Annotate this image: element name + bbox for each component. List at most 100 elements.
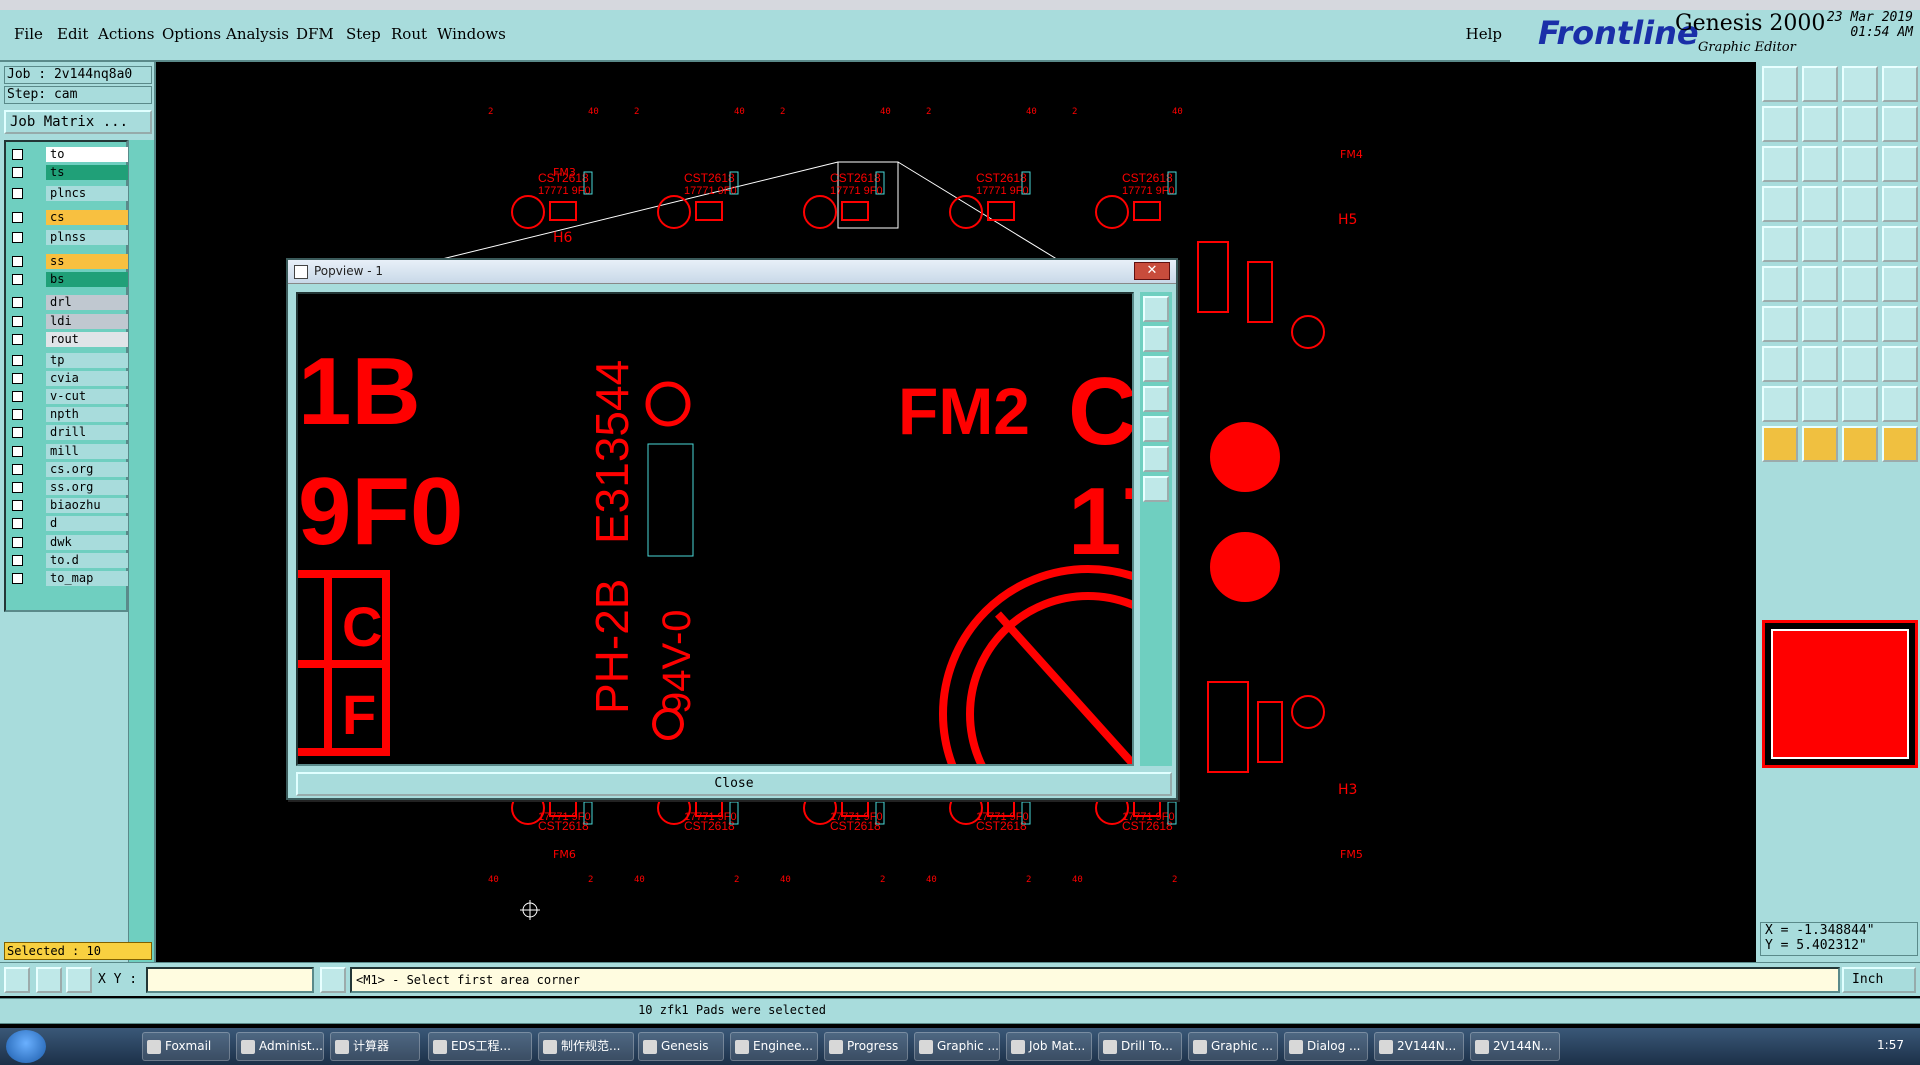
layer-checkbox[interactable] — [12, 500, 23, 512]
close-icon[interactable] — [1802, 266, 1838, 302]
layer-row-plncs[interactable]: plncs — [10, 186, 132, 202]
arc-icon[interactable] — [1842, 306, 1878, 342]
taskbar-item[interactable]: Drill To... — [1098, 1032, 1182, 1061]
unit-selector[interactable]: Inch — [1842, 967, 1916, 993]
arrow-tri-icon[interactable] — [1802, 386, 1838, 422]
layer-name[interactable]: biaozhu — [46, 498, 132, 514]
window-icon[interactable] — [1882, 66, 1918, 102]
line-icon[interactable] — [1762, 306, 1798, 342]
layers-icon[interactable] — [1842, 186, 1878, 222]
layer-checkbox[interactable] — [12, 391, 23, 402]
layer-checkbox[interactable] — [12, 554, 23, 566]
layer-row-cs[interactable]: cs — [10, 209, 132, 225]
close-icon[interactable]: ✕ — [1134, 262, 1170, 280]
layer-name[interactable]: npth — [46, 407, 132, 423]
popview-canvas[interactable]: 1B 9F0 FM2 CS 17 C F PH-2B E313544 94V-0 — [296, 292, 1134, 766]
layer-row-drl[interactable]: drl — [10, 295, 132, 311]
center-icon[interactable] — [1802, 146, 1838, 182]
menu-edit[interactable]: Edit — [57, 25, 88, 43]
matrix-icon[interactable] — [1882, 186, 1918, 222]
layer-row-rout[interactable]: rout — [10, 331, 132, 347]
layer-checkbox[interactable] — [12, 409, 23, 421]
layer-checkbox[interactable] — [12, 427, 23, 439]
layer-name[interactable]: d — [46, 516, 132, 532]
layer-row-to-map[interactable]: to_map — [10, 571, 132, 586]
pattern-icon[interactable] — [1882, 346, 1918, 382]
layer-row-npth[interactable]: npth — [10, 407, 132, 423]
select-box-icon[interactable] — [1802, 426, 1838, 462]
layer-name[interactable]: ss.org — [46, 480, 132, 495]
layer-row-v-cut[interactable]: v-cut — [10, 389, 132, 404]
fit-icon[interactable] — [1762, 146, 1798, 182]
taskbar-item[interactable]: 2V144N... — [1470, 1032, 1560, 1061]
layer-name[interactable]: tp — [46, 352, 132, 368]
layer-name[interactable]: bs — [46, 272, 132, 287]
layer-checkbox[interactable] — [12, 463, 23, 475]
path-icon[interactable] — [1882, 306, 1918, 342]
snap-icon[interactable] — [4, 967, 30, 993]
layer-scrollbar[interactable] — [128, 140, 154, 970]
layer-checkbox[interactable] — [12, 232, 23, 244]
a-tri-icon[interactable] — [1842, 386, 1878, 422]
menu-options[interactable]: Options — [162, 25, 221, 43]
layer-name[interactable]: cs — [46, 209, 132, 225]
help-icon[interactable] — [1882, 146, 1918, 182]
layer-name[interactable]: to_map — [46, 571, 132, 586]
layer-row-bs[interactable]: bs — [10, 272, 132, 287]
layer-name[interactable]: ts — [46, 165, 132, 181]
layer-name[interactable]: ss — [46, 253, 132, 269]
b-tri-icon[interactable] — [1882, 386, 1918, 422]
pop-pan-left-icon[interactable] — [1143, 386, 1169, 412]
layer-row-dwk[interactable]: dwk — [10, 534, 132, 550]
zoom-in-icon[interactable] — [1802, 66, 1838, 102]
layer-row-ldi[interactable]: ldi — [10, 313, 132, 329]
menu-step[interactable]: Step — [346, 25, 381, 43]
triangle-icon[interactable] — [1762, 386, 1798, 422]
layer-row-d[interactable]: d — [10, 516, 132, 532]
layer-row-biaozhu[interactable]: biaozhu — [10, 498, 132, 514]
record-icon[interactable] — [1762, 226, 1798, 262]
taskbar-item[interactable]: Enginee... — [730, 1032, 818, 1061]
menu-dfm[interactable]: DFM — [296, 25, 334, 43]
house-icon[interactable] — [1842, 66, 1878, 102]
layer-checkbox[interactable] — [12, 315, 23, 327]
taskbar-item[interactable]: Administ... — [236, 1032, 324, 1061]
layer-checkbox[interactable] — [12, 149, 23, 161]
flip-icon[interactable] — [1842, 106, 1878, 142]
popview-close-button[interactable]: Close — [296, 772, 1172, 796]
circle-icon[interactable] — [1882, 226, 1918, 262]
table-icon[interactable] — [1802, 186, 1838, 222]
layer-name[interactable]: to — [46, 147, 132, 163]
grid-icon[interactable] — [66, 967, 92, 993]
taskbar-item[interactable]: Graphic ... — [914, 1032, 1000, 1061]
draw-icon[interactable] — [1802, 306, 1838, 342]
select-icon[interactable] — [1762, 426, 1798, 462]
layer-checkbox[interactable] — [12, 188, 23, 200]
pop-zoom-fit-icon[interactable] — [1143, 446, 1169, 472]
pop-zoom-icon[interactable] — [1143, 296, 1169, 322]
layer-name[interactable]: cs.org — [46, 461, 132, 477]
pop-pan-down-icon[interactable] — [1143, 356, 1169, 382]
line-h-icon[interactable] — [1802, 346, 1838, 382]
settings-icon[interactable] — [1762, 186, 1798, 222]
layer-row-ss[interactable]: ss — [10, 253, 132, 269]
layer-row-plnss[interactable]: plnss — [10, 230, 132, 246]
pan-left-icon[interactable] — [1762, 106, 1798, 142]
layer-name[interactable]: to.d — [46, 552, 132, 568]
layer-name[interactable]: ldi — [46, 313, 132, 329]
layer-row-drill[interactable]: drill — [10, 425, 132, 441]
layer-name[interactable]: plncs — [46, 186, 132, 202]
layer-name[interactable]: v-cut — [46, 389, 132, 404]
nodes-icon[interactable] — [1762, 266, 1798, 302]
xy-input[interactable] — [146, 967, 314, 993]
layer-checkbox[interactable] — [12, 573, 23, 584]
layer-checkbox[interactable] — [12, 297, 23, 309]
pad-icon[interactable] — [1762, 346, 1798, 382]
taskbar-item[interactable]: 制作规范... — [538, 1032, 634, 1061]
layer-checkbox[interactable] — [12, 167, 23, 179]
layer-row-mill[interactable]: mill — [10, 443, 132, 459]
layer-checkbox[interactable] — [12, 482, 23, 493]
taskbar-item[interactable]: Foxmail — [142, 1032, 230, 1061]
taskbar-item[interactable]: EDS工程... — [428, 1032, 532, 1061]
layer-name[interactable]: cvia — [46, 370, 132, 386]
